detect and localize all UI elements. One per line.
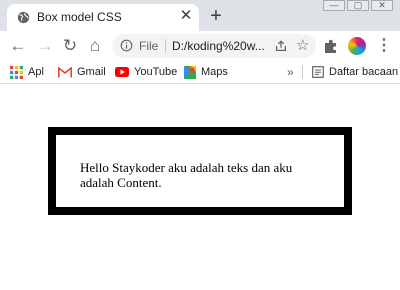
maps-icon	[184, 65, 196, 79]
bookmark-maps[interactable]: Maps	[184, 64, 228, 80]
reading-list-button[interactable]: Daftar bacaan	[312, 64, 398, 80]
bookmark-label: Maps	[201, 66, 228, 79]
url-scheme-label: File	[139, 39, 159, 53]
close-window-button[interactable]: ✕	[371, 0, 393, 11]
reading-list-icon	[312, 66, 324, 78]
bookmarks-bar: Apl Gmail YouTube Maps » Daftar bacaan	[0, 60, 400, 84]
reading-list-label: Daftar bacaan	[329, 66, 399, 79]
bookmark-youtube[interactable]: YouTube	[115, 64, 177, 80]
profile-avatar[interactable]	[348, 37, 366, 55]
bookmark-label: Apl	[28, 66, 44, 79]
content-paragraph: Hello Staykoder aku adalah teks dan aku …	[80, 160, 293, 190]
globe-icon	[17, 11, 30, 24]
bookmarks-divider	[302, 65, 303, 79]
omnibox-divider	[165, 39, 166, 53]
bookmark-apps[interactable]: Apl	[10, 64, 44, 80]
tab-strip: Box model CSS ✕ + — ▢ ✕	[0, 0, 400, 31]
menu-icon[interactable]: ⋮	[376, 36, 392, 56]
home-button[interactable]: ⌂	[85, 36, 105, 56]
extensions-puzzle-icon[interactable]	[323, 38, 339, 54]
info-icon[interactable]	[120, 39, 133, 52]
tab-close-icon[interactable]: ✕	[178, 8, 194, 24]
apps-grid-icon	[10, 65, 23, 79]
youtube-icon	[115, 67, 129, 78]
address-bar[interactable]: File D:/koding%20w... ☆	[112, 34, 316, 58]
gmail-icon	[58, 66, 72, 78]
new-tab-button[interactable]: +	[206, 6, 226, 26]
bookmark-star-icon[interactable]: ☆	[296, 36, 309, 54]
maximize-button[interactable]: ▢	[347, 0, 369, 11]
forward-button[interactable]: →	[35, 36, 55, 56]
page-viewport: Hello Staykoder aku adalah teks dan aku …	[0, 85, 400, 290]
tab-title: Box model CSS	[37, 10, 122, 24]
more-bookmarks-button[interactable]: »	[287, 64, 294, 80]
bookmark-gmail[interactable]: Gmail	[58, 64, 106, 80]
bookmark-label: YouTube	[134, 66, 178, 79]
reload-button[interactable]: ↻	[60, 36, 80, 56]
bordered-content-box: Hello Staykoder aku adalah teks dan aku …	[48, 127, 352, 215]
minimize-button[interactable]: —	[323, 0, 345, 11]
url-text[interactable]: D:/koding%20w...	[172, 39, 272, 53]
tab-box-model[interactable]: Box model CSS ✕	[7, 4, 199, 31]
bookmark-label: Gmail	[77, 66, 106, 79]
share-icon[interactable]	[274, 39, 288, 53]
browser-toolbar: ← → ↻ ⌂ File D:/koding%20w... ☆ ⋮	[0, 31, 400, 60]
back-button[interactable]: ←	[8, 36, 28, 56]
